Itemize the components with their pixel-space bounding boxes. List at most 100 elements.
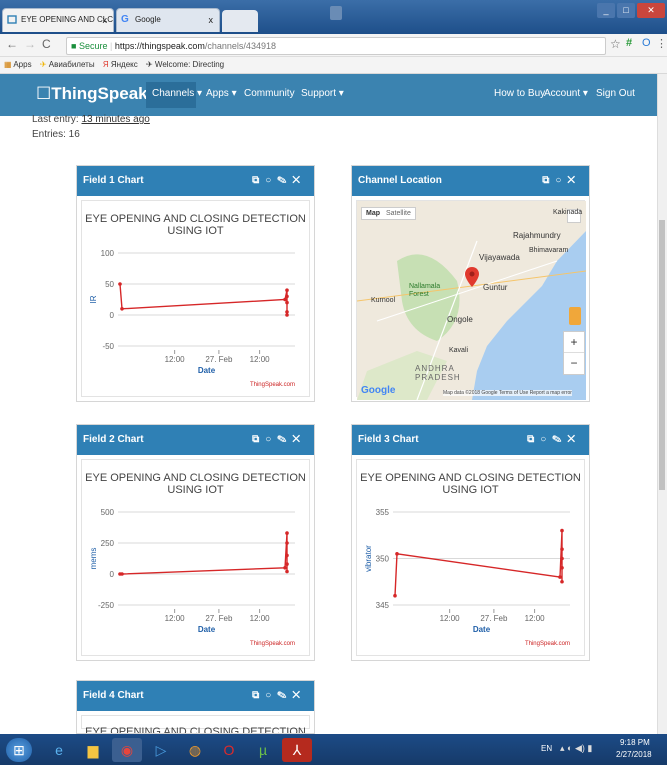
maximize-button[interactable]: □ (617, 3, 635, 18)
comment-icon[interactable]: ○ (555, 175, 567, 186)
close-icon[interactable]: ✕ (292, 175, 306, 186)
start-button[interactable]: ⊞ (6, 738, 32, 762)
channel-location-panel: Channel Location ⧉○✕ Map Satellite Rajah… (351, 165, 590, 402)
google-map[interactable]: Map Satellite Rajahmundry Vijayawada Bhi… (357, 201, 586, 400)
y-tick-label: 0 (110, 311, 115, 320)
y-tick-label: 0 (110, 570, 115, 579)
edit-pencil-icon[interactable]: ✎ (277, 434, 292, 445)
close-icon[interactable]: ✕ (567, 434, 581, 445)
opera-taskbar-icon[interactable]: O (214, 738, 244, 762)
apps-grid-icon: ▦ (4, 60, 12, 69)
close-icon[interactable]: ✕ (292, 434, 306, 445)
tab-close-icon[interactable]: x (103, 9, 108, 31)
edit-pencil-icon[interactable]: ✎ (552, 434, 567, 445)
chart-credit: ThingSpeak.com (250, 641, 295, 647)
x-axis-label: Date (198, 625, 216, 634)
data-point (558, 575, 562, 579)
acrobat-taskbar-icon[interactable]: ⅄ (282, 738, 312, 762)
nav-how-to-buy[interactable]: How to Buy (494, 88, 545, 99)
nav-community[interactable]: Community (244, 88, 295, 99)
external-link-icon[interactable]: ⧉ (252, 175, 265, 186)
bookmark-yandex[interactable]: Яндекс (111, 60, 138, 69)
x-tick-label: 27. Feb (205, 355, 233, 364)
url-field[interactable]: ■ Secure | https://thingspeak.com/channe… (66, 37, 606, 55)
place-andhra-pradesh: ANDHRA PRADESH (415, 364, 461, 382)
data-point (285, 313, 289, 317)
extension-icon[interactable]: # (626, 37, 632, 49)
external-link-icon[interactable]: ⧉ (527, 434, 540, 445)
place-nallamala: Nallamala Forest (409, 283, 441, 298)
media-taskbar-icon[interactable]: ▷ (146, 738, 176, 762)
x-tick-label: 12:00 (165, 614, 186, 623)
data-point (285, 294, 289, 299)
tab-eye-opening[interactable]: EYE OPENING AND CLC x (2, 8, 114, 32)
panel-header: Field 3 Chart ⧉○✎✕ (352, 425, 589, 455)
comment-icon[interactable]: ○ (540, 434, 552, 445)
menu-kebab-icon[interactable]: ⋮ (656, 37, 667, 50)
x-tick-label: 27. Feb (480, 614, 508, 623)
tab-google[interactable]: G Google x (116, 8, 220, 32)
map-type-control: Map Satellite (361, 207, 416, 220)
tab-close-icon[interactable]: x (209, 9, 214, 31)
ie-taskbar-icon[interactable]: e (44, 738, 74, 762)
nav-sign-out[interactable]: Sign Out (596, 88, 635, 99)
map-button[interactable]: Map (366, 210, 380, 217)
firefox-taskbar-icon[interactable]: ◍ (180, 738, 210, 762)
edit-pencil-icon[interactable]: ✎ (277, 690, 292, 701)
chart-title-line1: EYE OPENING AND CLOSING DETECTION (85, 726, 306, 734)
panel-title: Channel Location (358, 175, 442, 186)
utorrent-taskbar-icon[interactable]: µ (248, 738, 278, 762)
zoom-in-button[interactable]: + (564, 332, 584, 352)
close-window-button[interactable]: ✕ (637, 3, 665, 18)
external-link-icon[interactable]: ⧉ (252, 690, 265, 701)
panel-header: Field 2 Chart ⧉○✎✕ (77, 425, 314, 455)
y-tick-label: 350 (376, 555, 390, 564)
clock-date[interactable]: 2/27/2018 (616, 750, 652, 759)
map-marker-icon[interactable] (465, 267, 479, 287)
bookmark-aviabilety[interactable]: Авиабилеты (49, 60, 95, 69)
chart-area: EYE OPENING AND CLOSING DETECTION USING … (356, 459, 585, 656)
comment-icon[interactable]: ○ (265, 690, 277, 701)
close-icon[interactable]: ✕ (567, 175, 581, 186)
x-tick-label: 12:00 (525, 614, 546, 623)
edit-pencil-icon[interactable]: ✎ (277, 175, 292, 186)
place-rajahmundry: Rajahmundry (513, 231, 561, 240)
back-arrow-icon[interactable]: ← (6, 37, 18, 51)
extension-sync-icon[interactable]: O (642, 37, 651, 49)
field3-panel: Field 3 Chart ⧉○✎✕ EYE OPENING AND CLOSI… (351, 424, 590, 661)
data-point (120, 572, 124, 576)
map-footer[interactable]: Map data ©2018 Google Terms of Use Repor… (443, 390, 572, 396)
y-tick-label: 50 (105, 280, 114, 289)
close-icon[interactable]: ✕ (292, 690, 306, 701)
field1-panel: Field 1 Chart ⧉○✎✕ EYE OPENING AND CLOSI… (76, 165, 315, 402)
reload-icon[interactable]: C (42, 37, 51, 51)
external-link-icon[interactable]: ⧉ (252, 434, 265, 445)
bookmark-star-icon[interactable]: ☆ (610, 37, 621, 51)
bookmark-apps[interactable]: Apps (13, 60, 31, 69)
nav-account[interactable]: Account ▾ (544, 88, 588, 99)
scrollbar-thumb[interactable] (659, 220, 665, 490)
explorer-taskbar-icon[interactable]: ▆ (78, 738, 108, 762)
language-indicator[interactable]: EN (541, 744, 552, 753)
chrome-taskbar-icon[interactable]: ◉ (112, 738, 142, 762)
minimize-button[interactable]: _ (597, 3, 615, 18)
comment-icon[interactable]: ○ (265, 175, 277, 186)
nav-support[interactable]: Support ▾ (301, 88, 344, 99)
pegman-icon[interactable] (569, 307, 581, 325)
new-tab-button[interactable] (222, 10, 258, 32)
clock-time[interactable]: 9:18 PM (620, 738, 650, 747)
logo-bubble-icon: ☐ (36, 84, 52, 103)
data-point (283, 297, 287, 302)
google-favicon-icon: G (121, 14, 129, 25)
tray-icons[interactable]: ▴ ◐ ◀) ▮ (560, 743, 592, 754)
bookmark-welcome-directing[interactable]: Welcome: Directing (155, 60, 224, 69)
comment-icon[interactable]: ○ (265, 434, 277, 445)
nav-apps[interactable]: Apps ▾ (206, 88, 237, 99)
thingspeak-logo[interactable]: ☐ThingSpeak™ (36, 84, 156, 104)
satellite-button[interactable]: Satellite (386, 210, 411, 217)
window-thumbnail-icon (330, 6, 342, 20)
nav-channels[interactable]: Channels ▾ (152, 88, 202, 99)
external-link-icon[interactable]: ⧉ (542, 175, 555, 186)
zoom-out-button[interactable]: − (564, 352, 584, 373)
forward-arrow-icon[interactable]: → (24, 37, 36, 51)
